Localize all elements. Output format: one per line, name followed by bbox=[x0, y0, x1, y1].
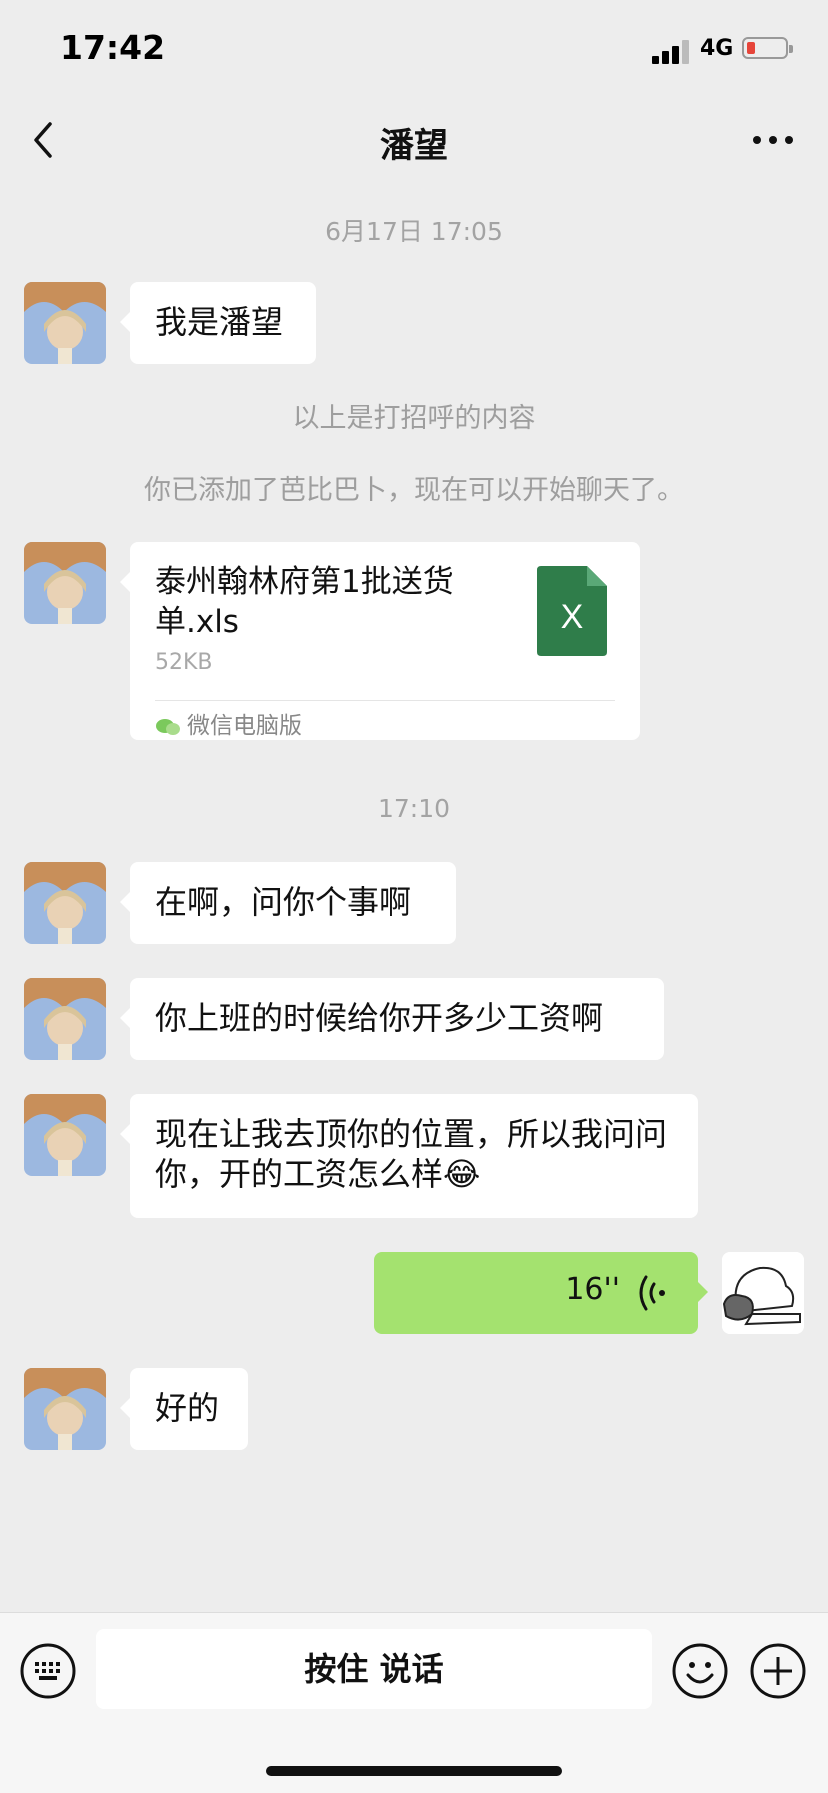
voice-wave-icon bbox=[639, 1275, 665, 1311]
divider bbox=[155, 700, 615, 701]
system-notice: 以上是打招呼的内容 bbox=[292, 403, 536, 434]
avatar-photo-icon bbox=[24, 978, 106, 1060]
smiley-icon bbox=[672, 1643, 728, 1699]
more-functions-button[interactable] bbox=[750, 1643, 806, 1699]
status-time: 17:42 bbox=[60, 28, 166, 67]
message-text: 现在让我去顶你的位置，所以我问问你，开的工资怎么样 bbox=[155, 1115, 668, 1193]
more-dots-icon bbox=[753, 136, 793, 144]
emoji-button[interactable] bbox=[672, 1643, 728, 1699]
battery-icon bbox=[742, 37, 793, 59]
message-bubble[interactable]: 我是潘望 bbox=[120, 282, 316, 364]
contact-avatar[interactable] bbox=[24, 542, 106, 624]
file-name: 泰州翰林府第1批送货单.xls bbox=[155, 564, 454, 640]
avatar-photo-icon bbox=[24, 282, 106, 364]
more-options-button[interactable] bbox=[748, 118, 798, 162]
chat-header: 潘望 bbox=[0, 100, 828, 180]
keyboard-icon bbox=[20, 1643, 76, 1699]
laughing-emoji-icon: 😂 bbox=[443, 1155, 481, 1193]
home-indicator[interactable] bbox=[266, 1766, 562, 1776]
plus-icon bbox=[750, 1643, 806, 1699]
avatar-photo-icon bbox=[24, 862, 106, 944]
contact-avatar[interactable] bbox=[24, 282, 106, 364]
avatar-photo-icon bbox=[24, 542, 106, 624]
system-notice: 你已添加了芭比巴卜，现在可以开始聊天了。 bbox=[144, 475, 684, 506]
file-size: 52KB bbox=[155, 650, 213, 675]
voice-message-bubble[interactable]: 16'' bbox=[374, 1252, 708, 1334]
message-bubble[interactable]: 你上班的时候给你开多少工资啊 bbox=[120, 978, 664, 1060]
contact-avatar[interactable] bbox=[24, 1094, 106, 1176]
avatar-photo-icon bbox=[24, 1368, 106, 1450]
file-source: 微信电脑版 bbox=[155, 706, 302, 739]
hold-to-talk-button[interactable]: 按住 说话 bbox=[96, 1629, 652, 1709]
message-bubble[interactable]: 现在让我去顶你的位置，所以我问问你，开的工资怎么样😂 bbox=[120, 1094, 698, 1218]
contact-avatar[interactable] bbox=[24, 978, 106, 1060]
timestamp: 6月17日 17:05 bbox=[325, 217, 503, 246]
timestamp: 17:10 bbox=[377, 794, 451, 823]
my-avatar[interactable] bbox=[722, 1252, 804, 1334]
cellular-signal-icon bbox=[652, 38, 696, 64]
avatar-photo-icon bbox=[24, 1094, 106, 1176]
keyboard-toggle-button[interactable] bbox=[20, 1643, 76, 1699]
message-bubble[interactable]: 好的 bbox=[120, 1368, 248, 1450]
contact-avatar[interactable] bbox=[24, 1368, 106, 1450]
excel-file-icon: X bbox=[537, 566, 607, 656]
file-source-label: 微信电脑版 bbox=[187, 713, 302, 739]
cartoon-avatar-icon bbox=[722, 1252, 804, 1334]
contact-avatar[interactable] bbox=[24, 862, 106, 944]
chat-title: 潘望 bbox=[380, 126, 448, 166]
wechat-icon bbox=[156, 718, 180, 735]
status-bar: 17:42 4G bbox=[0, 0, 828, 100]
network-type: 4G bbox=[700, 36, 734, 61]
voice-duration: 16'' bbox=[565, 1272, 620, 1307]
excel-icon-letter: X bbox=[561, 598, 584, 636]
file-message-card[interactable]: 泰州翰林府第1批送货单.xls 52KB X 微信电脑版 bbox=[120, 542, 640, 740]
message-bubble[interactable]: 在啊，问你个事啊 bbox=[120, 862, 456, 944]
